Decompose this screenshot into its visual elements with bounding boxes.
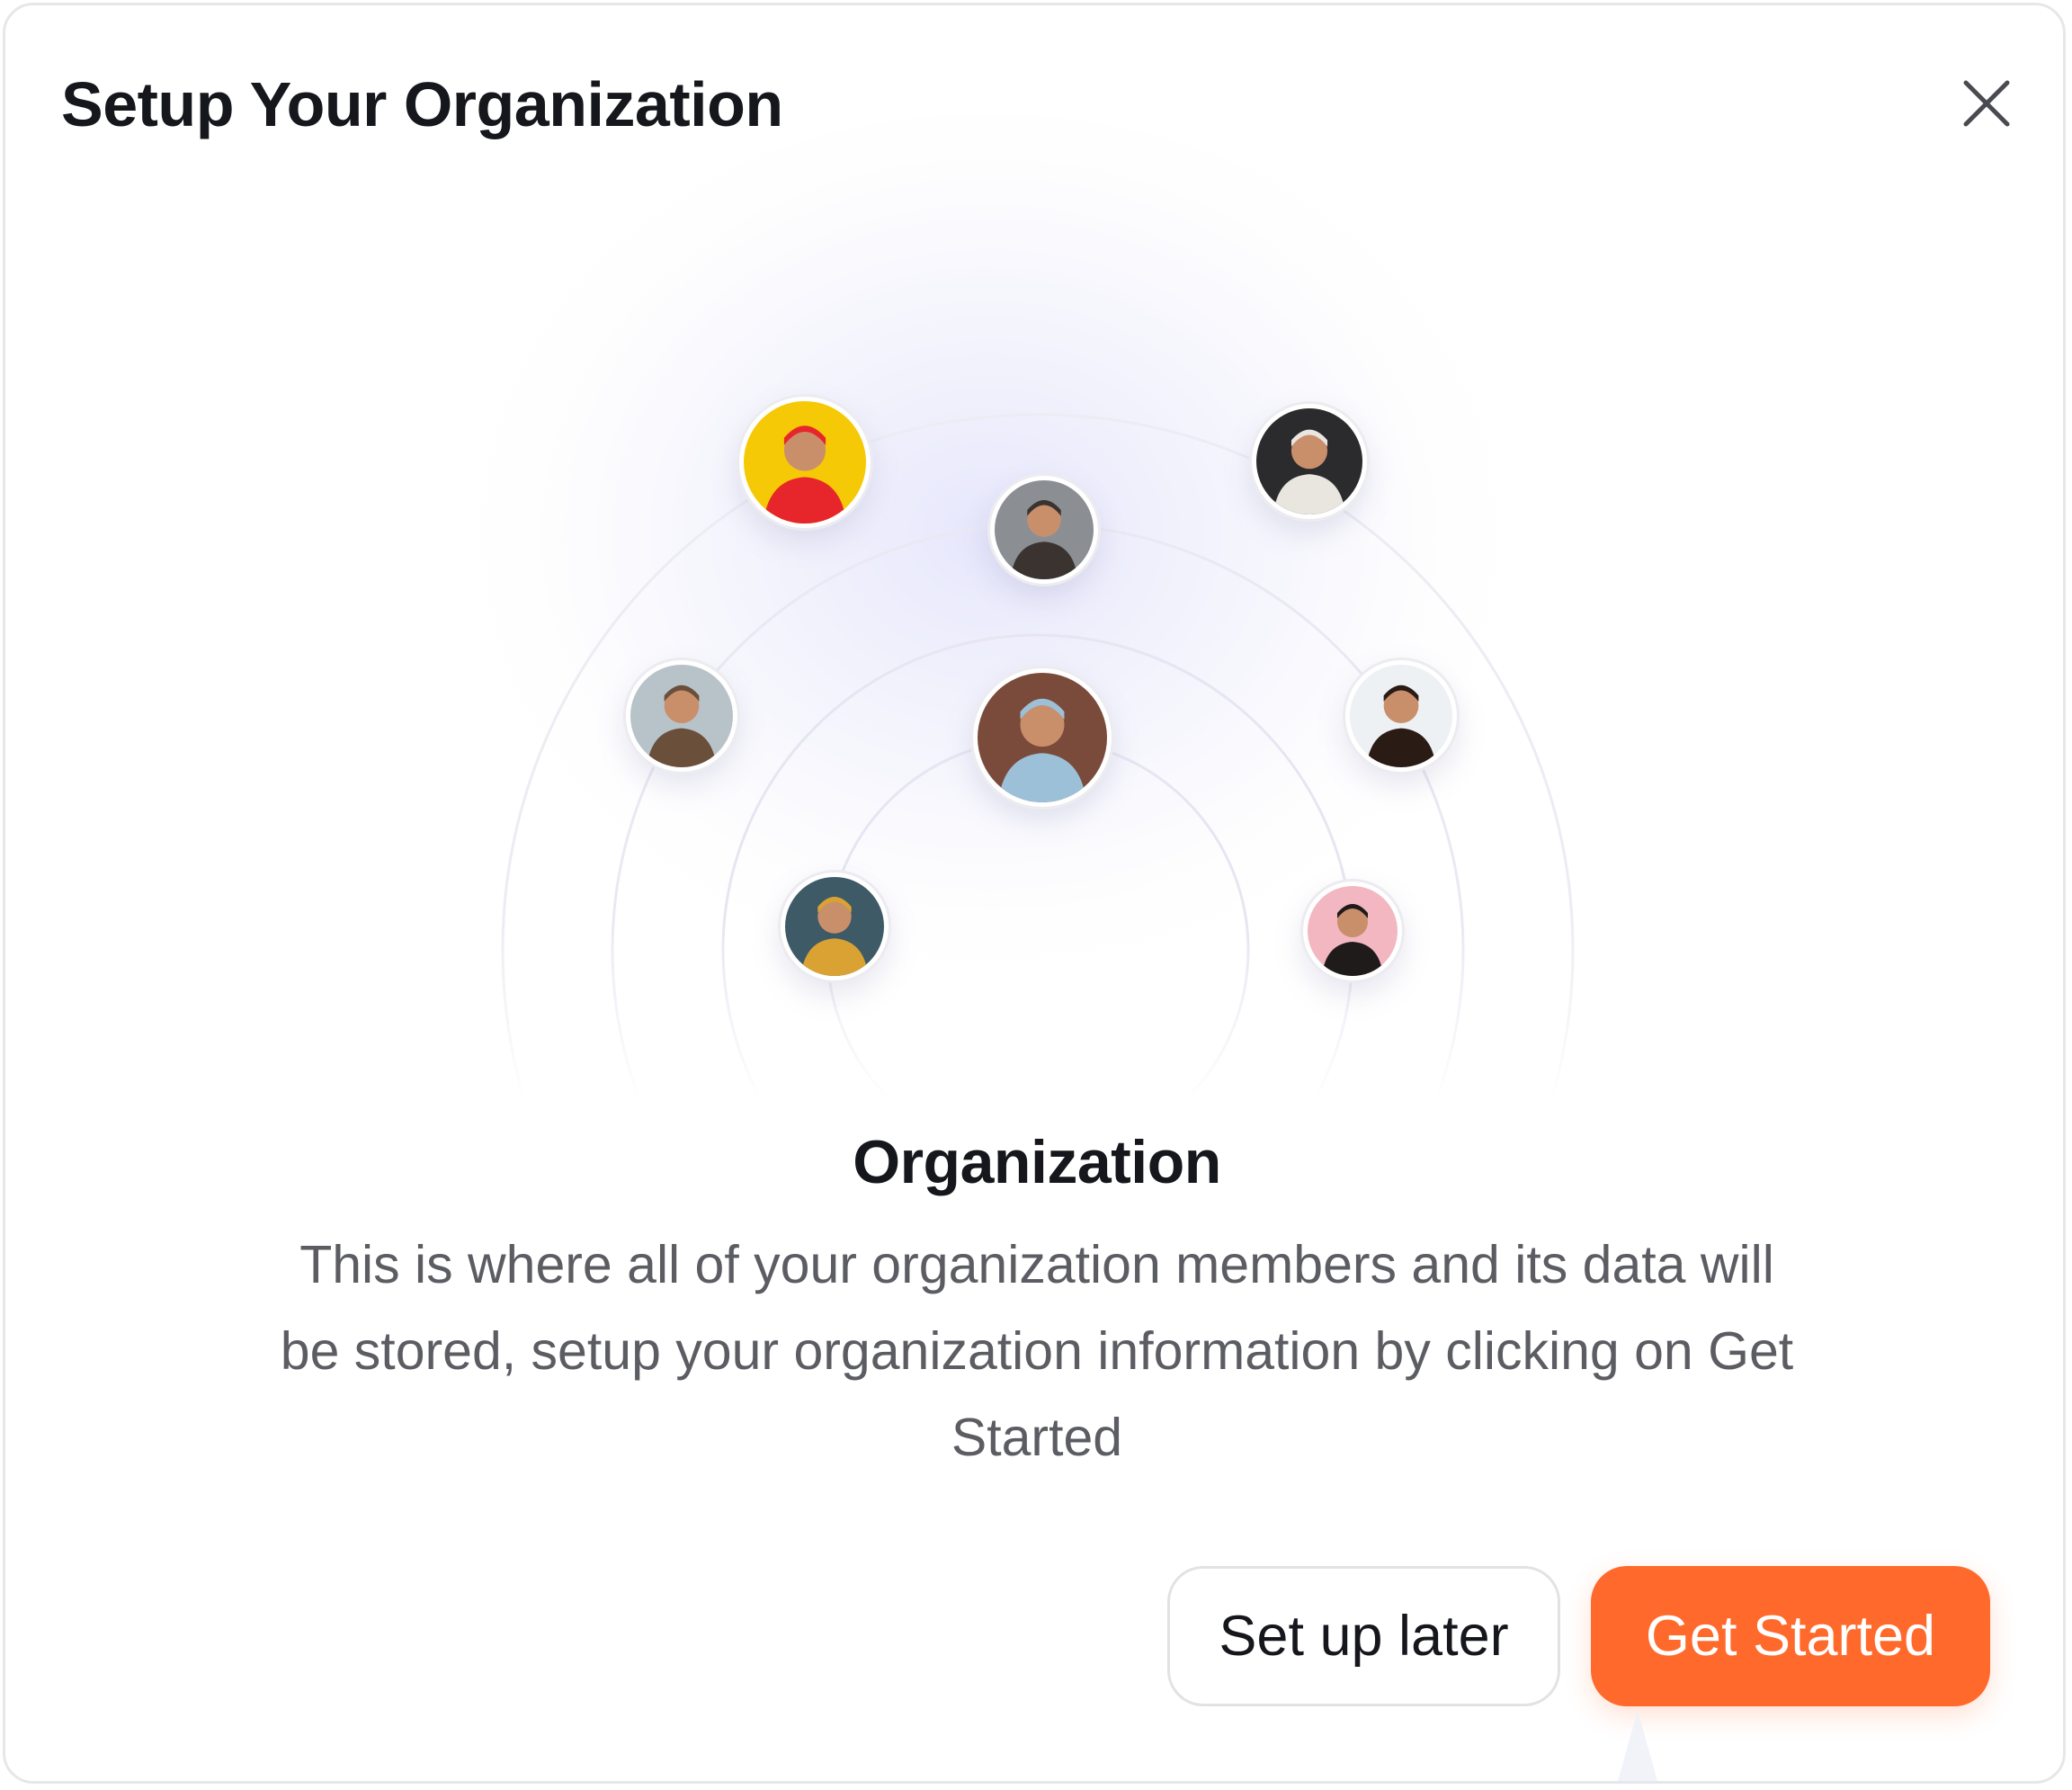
person-icon [1350, 665, 1452, 767]
pointer-shadow-icon [1618, 1710, 1657, 1781]
member-avatar-2 [990, 476, 1098, 584]
person-icon [995, 480, 1094, 579]
member-avatar-5 [973, 668, 1112, 807]
member-avatar-6 [1345, 660, 1457, 772]
set-up-later-button[interactable]: Set up later [1167, 1566, 1560, 1706]
member-avatar-8 [1303, 882, 1402, 980]
person-icon [1308, 886, 1398, 976]
person-icon [630, 665, 733, 767]
get-started-button[interactable]: Get Started [1591, 1566, 1990, 1706]
person-icon [978, 673, 1107, 802]
dialog-title: Setup Your Organization [61, 69, 783, 139]
person-icon [1256, 408, 1362, 515]
member-avatar-4 [626, 660, 737, 772]
member-avatar-3 [1252, 404, 1367, 519]
person-icon [744, 401, 866, 524]
member-avatar-7 [781, 873, 889, 980]
member-avatar-1 [739, 397, 871, 528]
close-button[interactable] [1953, 70, 2020, 137]
setup-organization-dialog: Setup Your Organization Organization Thi… [3, 3, 2066, 1784]
section-description: This is where all of your organization m… [280, 1235, 1794, 1467]
close-icon [1963, 80, 2010, 127]
section-heading: Organization [853, 1128, 1221, 1196]
person-icon [785, 877, 884, 976]
